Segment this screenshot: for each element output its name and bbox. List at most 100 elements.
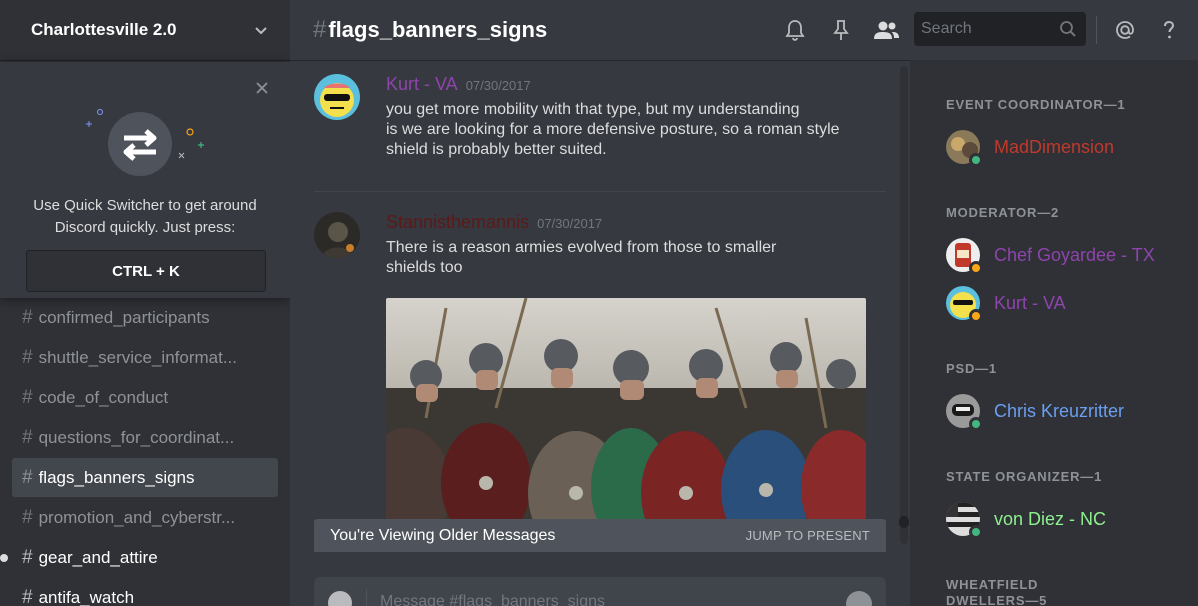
hash-icon: # [22, 386, 33, 408]
message-line: There is a reason armies evolved from th… [386, 239, 777, 256]
avatar [946, 130, 983, 167]
member-name: Kurt - VA [994, 292, 1066, 313]
member-item[interactable]: von Diez - NC [946, 499, 1106, 539]
message-timestamp: 07/30/2017 [465, 78, 531, 93]
member-list: EVENT COORDINATOR—1 MadDimension MODERAT… [910, 60, 1198, 606]
mention-icon[interactable] [1113, 18, 1137, 42]
member-name: von Diez - NC [994, 508, 1107, 529]
message-line: shield is probably better suited. [386, 141, 607, 158]
image-attachment[interactable] [386, 298, 866, 538]
quick-switcher-popout: Use Quick Switcher to get around Discord… [0, 62, 290, 298]
status-online-indicator [969, 417, 983, 431]
channel-name: confirmed_participants [38, 307, 210, 327]
channel-item[interactable]: # confirmed_participants [12, 298, 278, 337]
role-header: WHEATFIELD DWELLERS—5 [946, 577, 1048, 606]
jump-to-present-button[interactable]: JUMP TO PRESENT [746, 528, 870, 543]
message-content: There is a reason armies evolved from th… [386, 238, 866, 278]
avatar [946, 238, 983, 275]
channel-name: antifa_watch [38, 587, 135, 606]
status-idle-indicator [969, 261, 983, 275]
server-name: Charlottesville 2.0 [31, 20, 177, 39]
scrollbar-track[interactable] [900, 66, 908, 544]
channel-header: # flags_banners_signs Search [290, 0, 1198, 60]
help-icon[interactable] [1157, 18, 1181, 42]
avatar[interactable] [314, 74, 360, 120]
role-header: STATE ORGANIZER—1 [946, 469, 1103, 484]
quick-switcher-line: Discord quickly. Just press: [54, 219, 236, 236]
hash-icon: # [22, 346, 33, 368]
channel-item[interactable]: # code_of_conduct [12, 378, 278, 417]
hash-icon: # [22, 426, 33, 448]
hash-icon: # [22, 546, 33, 568]
avatar [946, 394, 983, 431]
member-name: Chris Kreuzritter [994, 400, 1125, 421]
member-item[interactable]: MadDimension [946, 127, 1114, 167]
channel-item-active[interactable]: # flags_banners_signs [12, 458, 278, 497]
header-divider [1096, 16, 1097, 44]
member-item[interactable]: Chef Goyardee - TX [946, 235, 1155, 275]
message-author[interactable]: Stannisthemannis [386, 212, 529, 233]
channel-title: flags_banners_signs [328, 17, 548, 42]
role-header: PSD—1 [946, 361, 997, 376]
upload-plus-icon[interactable] [328, 591, 352, 606]
message-composer [314, 577, 886, 606]
role-header: MODERATOR—2 [946, 205, 1060, 220]
channel-sidebar: Charlottesville 2.0 # confirmed_particip… [0, 0, 290, 606]
channel-list: # confirmed_participants # shuttle_servi… [0, 298, 290, 606]
search-icon[interactable] [1059, 20, 1077, 38]
search-placeholder: Search [921, 20, 972, 37]
emoji-icon[interactable] [846, 591, 872, 606]
channel-name: flags_banners_signs [38, 467, 195, 487]
message-line: shields too [386, 259, 463, 276]
chevron-down-icon[interactable] [254, 23, 268, 37]
message-timestamp: 07/30/2017 [537, 216, 603, 231]
server-header[interactable]: Charlottesville 2.0 [0, 0, 290, 60]
bell-icon[interactable] [783, 18, 807, 42]
status-online-indicator [969, 525, 983, 539]
avatar [946, 286, 983, 323]
avatar[interactable] [314, 212, 360, 258]
quick-switcher-line: Use Quick Switcher to get around [33, 197, 257, 214]
member-item[interactable]: Kurt - VA [946, 283, 1066, 323]
message-author[interactable]: Kurt - VA [386, 74, 458, 95]
channel-item[interactable]: # promotion_and_cyberstr... [12, 498, 278, 537]
search-input[interactable]: Search [914, 12, 1086, 46]
member-name: MadDimension [994, 136, 1115, 157]
channel-item[interactable]: # shuttle_service_informat... [12, 338, 278, 377]
hash-icon: # [22, 586, 33, 606]
hash-icon: # [22, 506, 33, 528]
channel-name: code_of_conduct [38, 387, 169, 407]
avatar [946, 502, 983, 539]
older-messages-text: You're Viewing Older Messages [330, 526, 556, 544]
scrollbar-thumb[interactable] [899, 516, 909, 528]
channel-item-unread[interactable]: # antifa_watch [12, 578, 278, 606]
unread-indicator [0, 553, 8, 562]
member-item[interactable]: Chris Kreuzritter [946, 391, 1124, 431]
channel-item[interactable]: # questions_for_coordinat... [12, 418, 278, 457]
pin-icon[interactable] [829, 18, 853, 42]
message-input[interactable] [380, 591, 820, 606]
channel-name: shuttle_service_informat... [38, 347, 237, 367]
channel-name: questions_for_coordinat... [38, 427, 235, 447]
quick-switcher-illustration [86, 108, 204, 176]
older-messages-bar: You're Viewing Older Messages JUMP TO PR… [314, 519, 886, 552]
message-group-divider [314, 191, 886, 192]
hash-icon: # [22, 466, 33, 488]
message-line: you get more mobility with that type, bu… [386, 101, 800, 118]
quick-switcher-text: Use Quick Switcher to get around Discord… [0, 195, 290, 239]
shortcut-key-box[interactable]: CTRL + K [26, 250, 266, 292]
role-header: EVENT COORDINATOR—1 [946, 97, 1126, 112]
channel-item-unread[interactable]: # gear_and_attire [0, 538, 278, 577]
composer-divider [366, 589, 367, 606]
channel-name: gear_and_attire [38, 547, 158, 567]
message-line: is we are looking for a more defensive p… [386, 121, 840, 138]
member-name: Chef Goyardee - TX [994, 244, 1155, 265]
hash-icon: # [22, 306, 33, 328]
message-content: you get more mobility with that type, bu… [386, 100, 866, 160]
members-icon[interactable] [872, 18, 900, 42]
hash-icon: # [313, 16, 327, 43]
close-icon[interactable] [254, 80, 270, 96]
status-online-indicator [969, 153, 983, 167]
channel-name: promotion_and_cyberstr... [38, 507, 236, 527]
status-idle-indicator [969, 309, 983, 323]
